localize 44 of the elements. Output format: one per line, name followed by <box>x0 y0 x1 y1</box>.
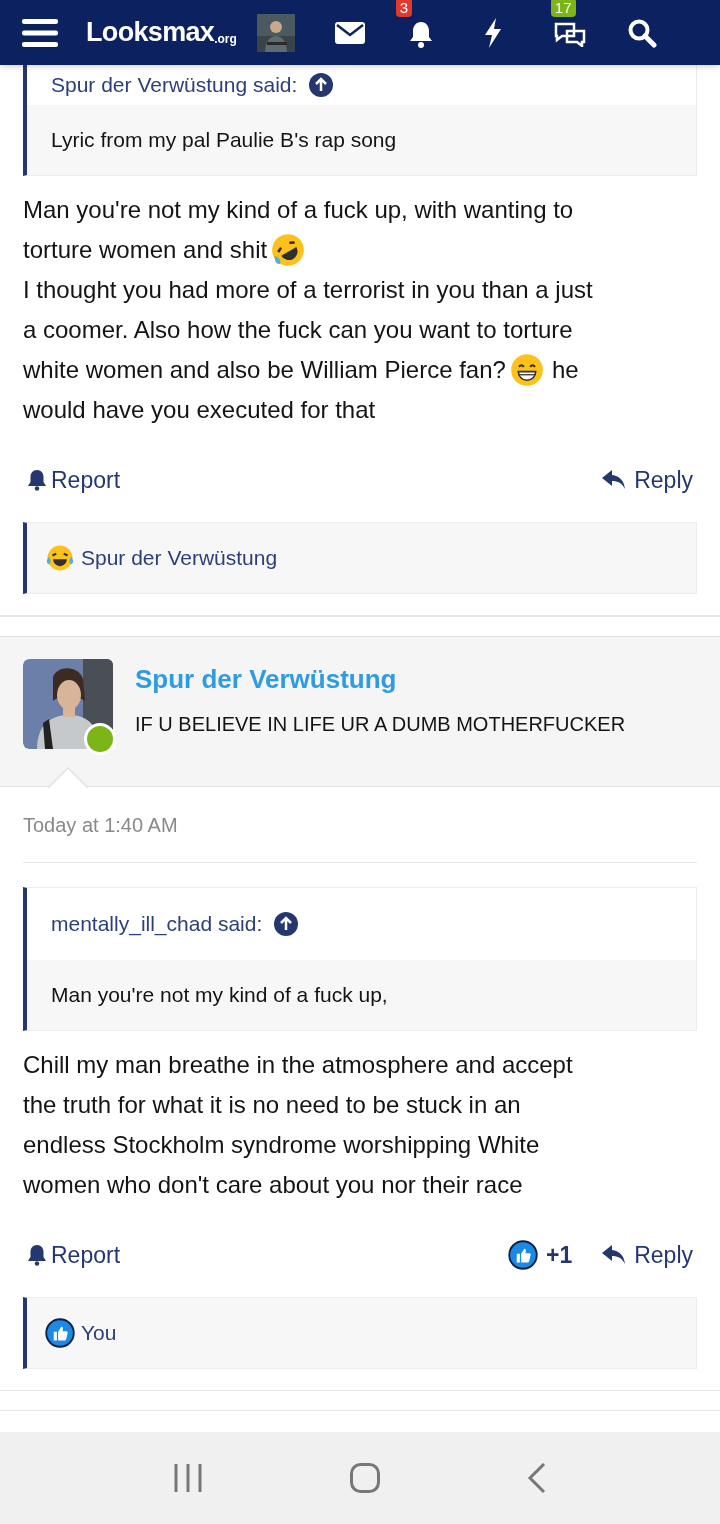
thumbs-up-icon <box>45 1318 75 1348</box>
bell-icon[interactable] <box>407 19 434 48</box>
reactions-link[interactable]: Spur der Verwüstung <box>81 542 278 574</box>
mail-icon[interactable] <box>334 21 365 44</box>
search-icon[interactable] <box>626 17 657 48</box>
post-text: I thought you had more of a terrorist in you than a just <box>23 275 593 305</box>
bell-icon <box>27 469 47 491</box>
reactions-link[interactable]: You <box>81 1317 117 1349</box>
arrow-up-icon[interactable] <box>309 73 334 97</box>
quote-attribution[interactable]: Spur der Verwüstung said: <box>51 69 298 101</box>
post-text: the truth for what it is no need to be stuck in an <box>23 1090 521 1120</box>
menu-icon[interactable] <box>22 17 58 48</box>
back-icon[interactable] <box>526 1462 547 1494</box>
quote-text: Man you're not my kind of a fuck up, <box>51 982 388 1009</box>
post-text: a coomer. Also how the fuck can you want to torture <box>23 315 573 345</box>
laughing-emoji-icon <box>45 543 75 573</box>
site-logo[interactable]: Looksmax.org <box>86 19 237 46</box>
thumbs-up-icon <box>507 1240 538 1270</box>
bell-icon <box>27 1244 47 1266</box>
notification-badge: 3 <box>395 0 413 17</box>
post-text: women who don't care about you nor their race <box>23 1170 523 1200</box>
reply-link[interactable]: Reply <box>602 1237 693 1273</box>
notification-badge: 17 <box>550 0 576 17</box>
chat-icon[interactable] <box>552 20 587 47</box>
report-link[interactable]: Report <box>27 462 121 498</box>
reply-arrow-icon <box>602 470 627 490</box>
user-title: IF U BELIEVE IN LIFE UR A DUMB MOTHERFUCKER <box>135 712 626 737</box>
reply-arrow-icon <box>602 1245 627 1265</box>
report-link[interactable]: Report <box>27 1237 121 1273</box>
post-text: he <box>551 355 579 385</box>
lightning-icon[interactable] <box>482 17 503 48</box>
post-text: torture women and shit <box>23 235 268 265</box>
post-text: Man you're not my kind of a fuck up, with wanting to <box>23 195 574 225</box>
post-text: endless Stockholm syndrome worshipping White <box>23 1130 540 1160</box>
quote-text: Lyric from my pal Paulie B's rap song <box>51 127 397 154</box>
post-text: would have you executed for that <box>23 395 376 425</box>
like-count[interactable]: +1 <box>507 1237 573 1273</box>
reply-link[interactable]: Reply <box>602 462 693 498</box>
quote-attribution[interactable]: mentally_ill_chad said: <box>51 908 263 940</box>
home-icon[interactable] <box>350 1463 380 1493</box>
arrow-up-icon[interactable] <box>274 912 299 936</box>
recent-apps-icon[interactable] <box>173 1463 204 1493</box>
post-text: Chill my man breathe in the atmosphere and accept <box>23 1050 573 1080</box>
post-text: white women and also be William Pierce fan? <box>23 355 506 385</box>
